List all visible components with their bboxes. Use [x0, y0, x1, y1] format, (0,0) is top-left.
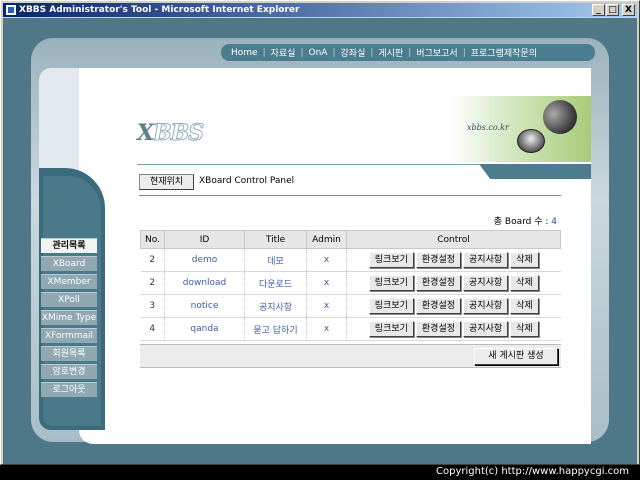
- notice-button[interactable]: 공지사항: [463, 298, 509, 314]
- row-title-link[interactable]: 다운로드: [244, 271, 307, 295]
- location-divider: [139, 195, 561, 196]
- row-controls: 링크보기 환경설정 공지사항 삭제: [346, 317, 561, 341]
- row-controls: 링크보기 환경설정 공지사항 삭제: [346, 248, 561, 272]
- col-no: No.: [140, 230, 165, 249]
- board-count: 총 Board 수 : 4: [493, 217, 557, 227]
- table-row: 2 demo 데모 x 링크보기 환경설정 공지사항 삭제: [140, 248, 561, 272]
- col-admin: Admin: [306, 230, 347, 249]
- notice-button[interactable]: 공지사항: [463, 321, 509, 337]
- nav-home[interactable]: Home: [231, 48, 258, 58]
- admin-sidebar: 관리목록 XBoard XMember XPoll XMime Type XFo…: [41, 238, 97, 400]
- nav-separator: |: [300, 47, 304, 58]
- view-link-button[interactable]: 링크보기: [368, 252, 414, 268]
- ie-icon: [5, 4, 17, 16]
- view-link-button[interactable]: 링크보기: [368, 275, 414, 291]
- nav-archive[interactable]: 자료실: [271, 46, 296, 59]
- delete-button[interactable]: 삭제: [510, 321, 539, 337]
- sidebar-item-xmime-type[interactable]: XMime Type: [41, 310, 97, 325]
- view-link-button[interactable]: 링크보기: [368, 298, 414, 314]
- settings-button[interactable]: 환경설정: [415, 275, 462, 291]
- row-title-link[interactable]: 묻고 답하기: [244, 317, 307, 341]
- row-no: 2: [140, 271, 165, 295]
- row-id-link[interactable]: demo: [164, 248, 245, 272]
- row-no: 3: [140, 294, 165, 318]
- row-id-link[interactable]: qanda: [164, 317, 245, 341]
- sidebar-item-xpoll[interactable]: XPoll: [41, 292, 97, 307]
- row-no: 4: [140, 317, 165, 341]
- title-bar: XBBS Administrator's Tool - Microsoft In…: [3, 3, 637, 17]
- nav-separator: |: [262, 47, 266, 58]
- compass-icon: [517, 129, 545, 153]
- col-id: ID: [164, 230, 245, 249]
- sidebar-item-admin-list[interactable]: 관리목록: [41, 238, 97, 253]
- sidebar-item-xformmail[interactable]: XFormmail: [41, 328, 97, 343]
- row-no: 2: [140, 248, 165, 272]
- sidebar-item-xmember[interactable]: XMember: [41, 274, 97, 289]
- table-header-row: No. ID Title Admin Control: [140, 230, 561, 249]
- delete-button[interactable]: 삭제: [510, 275, 539, 291]
- sidebar-item-xboard[interactable]: XBoard: [41, 256, 97, 271]
- table-footer: 새 게시판 생성: [140, 344, 561, 368]
- sidebar-item-member-list[interactable]: 회원목록: [41, 346, 97, 361]
- nav-separator: |: [370, 47, 374, 58]
- row-controls: 링크보기 환경설정 공지사항 삭제: [346, 294, 561, 318]
- board-table: No. ID Title Admin Control 2 demo 데모 x 링…: [140, 230, 561, 341]
- xbbs-logo: XBBS: [137, 120, 205, 147]
- row-title-link[interactable]: 데모: [244, 248, 307, 272]
- header-accent-bar: [479, 164, 591, 179]
- row-id-link[interactable]: notice: [164, 294, 245, 318]
- settings-button[interactable]: 환경설정: [415, 252, 462, 268]
- col-title: Title: [244, 230, 307, 249]
- sidebar-item-logout[interactable]: 로그아웃: [41, 382, 97, 397]
- row-id-link[interactable]: download: [164, 271, 245, 295]
- view-link-button[interactable]: 링크보기: [368, 321, 414, 337]
- row-admin[interactable]: x: [306, 317, 347, 341]
- nav-board[interactable]: 게시판: [378, 46, 403, 59]
- notice-button[interactable]: 공지사항: [463, 275, 509, 291]
- row-admin[interactable]: x: [306, 271, 347, 295]
- table-row: 4 qanda 묻고 답하기 x 링크보기 환경설정 공지사항 삭제: [140, 317, 561, 341]
- nav-lectures[interactable]: 강좌실: [341, 46, 366, 59]
- delete-button[interactable]: 삭제: [510, 298, 539, 314]
- nav-bug-report[interactable]: 버그보고서: [416, 46, 457, 59]
- nav-qna[interactable]: OnA: [309, 48, 328, 58]
- copyright-text: Copyright(c) http://www.happycgi.com: [436, 466, 630, 477]
- create-board-button[interactable]: 새 게시판 생성: [474, 348, 558, 365]
- current-location-button[interactable]: 현재위치: [139, 174, 194, 190]
- top-navigation: Home | 자료실 | OnA | 강좌실 | 게시판 | 버그보고서 | 프…: [221, 44, 595, 61]
- table-row: 2 download 다운로드 x 링크보기 환경설정 공지사항 삭제: [140, 271, 561, 295]
- sidebar-item-change-password[interactable]: 암호변경: [41, 364, 97, 379]
- board-count-value: 4: [551, 217, 557, 227]
- current-location-text: XBoard Control Panel: [199, 176, 295, 186]
- nav-program-request[interactable]: 프로그램제작문의: [471, 46, 537, 59]
- row-controls: 링크보기 환경설정 공지사항 삭제: [346, 271, 561, 295]
- settings-button[interactable]: 환경설정: [415, 321, 462, 337]
- row-admin[interactable]: x: [306, 294, 347, 318]
- close-button[interactable]: X: [622, 4, 635, 16]
- row-admin[interactable]: x: [306, 248, 347, 272]
- row-title-link[interactable]: 공지사항: [244, 294, 307, 318]
- notice-button[interactable]: 공지사항: [463, 252, 509, 268]
- banner-site-url: xbbs.co.kr: [467, 123, 509, 132]
- minimize-button[interactable]: _: [592, 4, 605, 16]
- table-row: 3 notice 공지사항 x 링크보기 환경설정 공지사항 삭제: [140, 294, 561, 318]
- col-control: Control: [346, 230, 561, 249]
- window-title: XBBS Administrator's Tool - Microsoft In…: [19, 5, 300, 15]
- nav-separator: |: [462, 47, 466, 58]
- window-controls: _ □ X: [592, 4, 635, 16]
- nav-separator: |: [332, 47, 336, 58]
- browser-window: XBBS Administrator's Tool - Microsoft In…: [0, 0, 640, 465]
- nav-separator: |: [408, 47, 412, 58]
- maximize-button[interactable]: □: [606, 4, 619, 16]
- settings-button[interactable]: 환경설정: [415, 298, 462, 314]
- delete-button[interactable]: 삭제: [510, 252, 539, 268]
